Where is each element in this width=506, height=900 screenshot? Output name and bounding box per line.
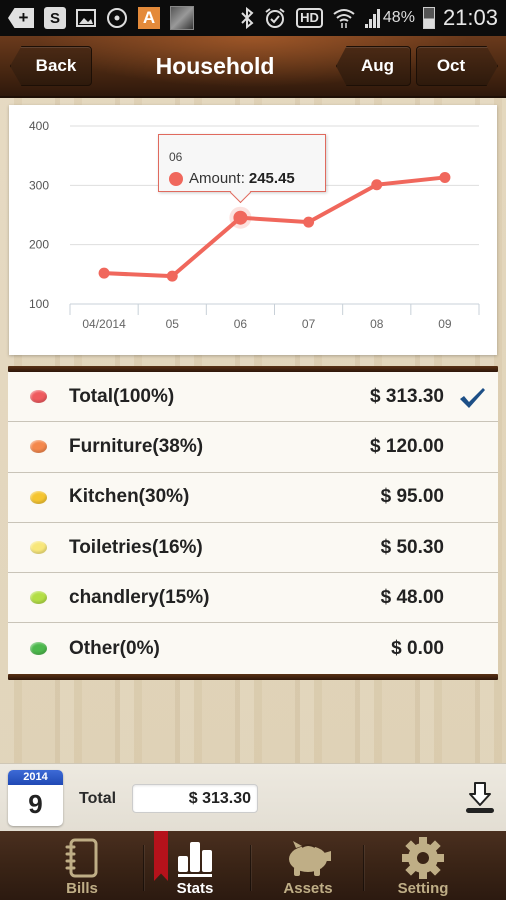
x-tick-label: 08	[370, 317, 384, 331]
category-amount: $ 120.00	[370, 435, 444, 457]
tab-divider	[250, 845, 251, 891]
list-bottom-border	[8, 673, 498, 680]
tooltip-label: Amount:	[189, 170, 245, 187]
tab-stats[interactable]: Stats	[140, 831, 250, 900]
add-icon: +	[8, 5, 34, 31]
category-color-dot-icon	[30, 591, 47, 605]
category-row[interactable]: Toiletries(16%) $ 50.30	[8, 523, 498, 574]
category-label: Other(0%)	[69, 637, 160, 659]
previous-month-button[interactable]: Aug	[336, 46, 411, 86]
data-point-highlighted	[233, 210, 248, 225]
download-icon	[466, 782, 494, 813]
download-button[interactable]	[463, 780, 497, 816]
category-amount: $ 313.30	[370, 385, 444, 407]
battery-icon	[422, 7, 435, 29]
series-line	[103, 175, 446, 279]
clock: 21:03	[442, 5, 498, 30]
tooltip-value: 245.45	[248, 170, 295, 187]
x-tick-label: 07	[302, 317, 316, 331]
category-color-dot-icon	[30, 440, 47, 454]
tab-label: Stats	[176, 880, 214, 897]
category-list-panel: Total(100%) $ 313.30 Furniture(38%) $ 120.0…	[8, 366, 498, 680]
gallery-icon	[76, 5, 96, 31]
checkmark-icon	[458, 386, 486, 415]
category-color-dot-icon	[30, 541, 47, 555]
tooltip-row: Amount: 245.45	[169, 170, 295, 187]
category-row[interactable]: Kitchen(30%) $ 95.00	[8, 473, 498, 523]
calendar-month: 9	[28, 789, 43, 819]
x-tick-label: 04/2014	[82, 317, 126, 331]
data-point	[98, 267, 110, 279]
category-list: Total(100%) $ 313.30 Furniture(38%) $ 120.0…	[8, 372, 498, 674]
next-month-button[interactable]: Oct	[416, 46, 498, 86]
tab-label: Assets	[283, 880, 333, 897]
y-tick-label: 100	[29, 297, 49, 311]
data-point	[303, 216, 315, 228]
tab-assets[interactable]: Assets	[253, 831, 363, 900]
chart-tooltip: 06 Amount: 245.45	[158, 134, 326, 192]
calendar-year: 2014	[8, 770, 63, 785]
bluetooth-icon	[240, 5, 254, 31]
a-app-icon: A	[138, 5, 160, 31]
back-button[interactable]: Back	[10, 46, 92, 86]
category-row[interactable]: Furniture(38%) $ 120.00	[8, 422, 498, 473]
y-tick-label: 300	[29, 178, 49, 192]
status-bar: + S A HD 48% 21:03	[0, 0, 506, 36]
total-value-field: $ 313.30	[132, 784, 258, 813]
circle-app-icon	[106, 5, 128, 31]
category-label: Kitchen(30%)	[69, 486, 190, 508]
category-label: Total(100%)	[69, 385, 175, 407]
category-row[interactable]: Other(0%) $ 0.00	[8, 623, 498, 673]
x-tick-label: 09	[438, 317, 452, 331]
piggy-bank-icon	[289, 841, 331, 876]
y-tick-label: 400	[29, 119, 49, 133]
header-bar: Back Household Aug Oct	[0, 36, 506, 98]
gear-icon	[402, 837, 444, 879]
bar-chart-icon	[178, 842, 212, 877]
signal-icon	[364, 5, 381, 31]
wifi-icon	[333, 5, 355, 31]
calendar-date-button[interactable]: 2014 9	[8, 770, 63, 826]
bottom-tab-bar: Bills Stats Assets Setting	[0, 831, 506, 900]
tooltip-header: 06	[169, 150, 183, 164]
tab-label: Setting	[397, 880, 449, 897]
category-amount: $ 0.00	[391, 637, 444, 659]
x-tick-label: 05	[166, 317, 180, 331]
hd-icon: HD	[296, 5, 323, 31]
category-amount: $ 48.00	[380, 586, 444, 608]
data-point	[371, 179, 383, 191]
y-tick-label: 200	[29, 238, 49, 252]
category-color-dot-icon	[30, 490, 47, 504]
tab-bills[interactable]: Bills	[27, 831, 137, 900]
category-label: Furniture(38%)	[69, 435, 204, 457]
tab-setting[interactable]: Setting	[368, 831, 478, 900]
category-amount: $ 95.00	[380, 486, 444, 508]
category-color-dot-icon	[30, 642, 47, 656]
battery-percent: 48%	[382, 9, 415, 26]
tab-divider	[363, 845, 364, 891]
summary-bar: 2014 9 Total $ 313.30	[0, 763, 506, 831]
contact-photo-icon	[170, 5, 194, 31]
category-row[interactable]: chandlery(15%) $ 48.00	[8, 573, 498, 624]
category-label: Toiletries(16%)	[69, 536, 203, 558]
tab-label: Bills	[66, 880, 98, 897]
chart-card: 100 200 300 400 04/2014 05 06 07 08 09 06 Amount:…	[9, 105, 497, 355]
series-dot-icon	[169, 171, 183, 186]
s-app-icon: S	[44, 5, 66, 31]
category-amount: $ 50.30	[380, 536, 444, 558]
data-point	[439, 171, 451, 183]
category-label: chandlery(15%)	[69, 586, 210, 608]
page-title: Household	[155, 53, 275, 79]
data-point	[166, 270, 178, 282]
alarm-icon	[264, 5, 286, 31]
category-color-dot-icon	[30, 390, 47, 404]
x-tick-label: 06	[234, 317, 248, 331]
category-row[interactable]: Total(100%) $ 313.30	[8, 372, 498, 423]
total-label: Total	[79, 790, 117, 807]
notebook-icon	[65, 838, 98, 878]
